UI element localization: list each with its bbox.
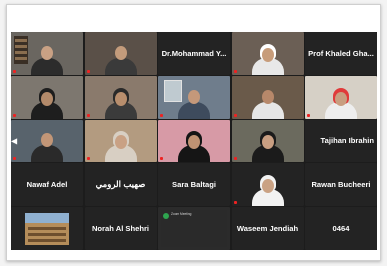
participant-tile[interactable]: Prof Khaled Gha... <box>305 32 377 75</box>
participant-video <box>30 87 64 119</box>
participant-video-tile[interactable] <box>305 75 377 119</box>
participant-video <box>251 87 285 119</box>
mic-icon <box>233 113 237 117</box>
participant-tile[interactable]: صهيب الرومي <box>84 163 157 207</box>
share-icon <box>163 213 169 220</box>
participant-video-tile[interactable] <box>231 163 304 207</box>
bookshelf <box>14 36 28 64</box>
participant-video <box>104 130 138 163</box>
participant-name: صهيب الرومي <box>95 179 146 190</box>
arrow-left-icon[interactable]: ◀ <box>11 136 17 145</box>
participant-video-tile[interactable] <box>158 119 230 163</box>
participant-video <box>104 87 138 119</box>
participant-video <box>104 43 138 75</box>
participant-name: Nawaf Adel <box>26 180 68 190</box>
mic-icon <box>233 69 237 73</box>
participant-video-tile[interactable] <box>84 75 157 119</box>
participant-tile[interactable]: Nawaf Adel <box>11 163 83 207</box>
participant-gallery: Dr.Mohammad Y... Prof Khaled Gha... ◀ Tajih… <box>11 32 377 250</box>
participant-name: Sara Baltagi <box>172 180 216 190</box>
participant-name: Waseem Jendiah <box>236 224 299 234</box>
mic-icon <box>13 113 16 117</box>
participant-video <box>30 130 64 163</box>
participant-video-tile[interactable] <box>231 119 304 163</box>
participant-video-tile[interactable]: ◀ <box>11 119 83 163</box>
participant-tile[interactable]: Sara Baltagi <box>158 163 230 207</box>
participant-tile[interactable]: Waseem Jendiah <box>231 207 304 250</box>
mic-icon <box>13 157 16 161</box>
participant-video-tile[interactable] <box>11 207 83 250</box>
participant-tile[interactable]: Rawan Bucheeri <box>305 163 377 207</box>
mic-icon <box>86 69 90 73</box>
participant-name: Rawan Bucheeri <box>311 180 371 190</box>
mic-icon <box>307 113 310 117</box>
participant-video-tile[interactable] <box>84 119 157 163</box>
mic-icon <box>233 157 237 161</box>
mic-icon <box>86 157 90 161</box>
participant-name: 0464 <box>332 224 350 234</box>
participant-video <box>177 130 211 163</box>
participant-name: Tajihan Ibrahin <box>320 136 374 146</box>
participant-video <box>251 174 285 207</box>
participant-video-tile[interactable] <box>231 75 304 119</box>
screen-share-tile[interactable]: Zoom Meeting <box>158 207 230 250</box>
participant-tile[interactable]: Dr.Mohammad Y... <box>158 32 230 75</box>
participant-tile[interactable]: Tajihan Ibrahin <box>305 119 377 163</box>
participant-name: Norah Al Shehri <box>91 224 150 234</box>
participant-video-tile[interactable] <box>11 75 83 119</box>
participant-video <box>30 43 64 75</box>
mic-icon <box>13 69 16 73</box>
window <box>164 79 182 102</box>
mic-icon <box>86 113 90 117</box>
participant-video <box>251 130 285 163</box>
participant-video-tile[interactable] <box>84 32 157 75</box>
participant-video <box>324 87 358 119</box>
participant-name: Dr.Mohammad Y... <box>161 48 227 58</box>
mic-icon <box>160 113 163 117</box>
participant-video-tile[interactable] <box>231 32 304 75</box>
participant-tile[interactable]: 0464 <box>305 207 377 250</box>
participant-video <box>177 87 211 119</box>
mic-icon <box>233 201 237 205</box>
shared-screen: Zoom Meeting <box>161 210 227 247</box>
participant-video-tile[interactable] <box>11 32 83 75</box>
building-image <box>25 213 69 246</box>
participant-video-tile[interactable] <box>158 75 230 119</box>
mic-icon <box>160 157 163 161</box>
participant-video <box>251 43 285 75</box>
participant-name: Prof Khaled Gha... <box>308 48 374 58</box>
participant-tile[interactable]: Norah Al Shehri <box>84 207 157 250</box>
shared-text-line <box>171 231 225 236</box>
